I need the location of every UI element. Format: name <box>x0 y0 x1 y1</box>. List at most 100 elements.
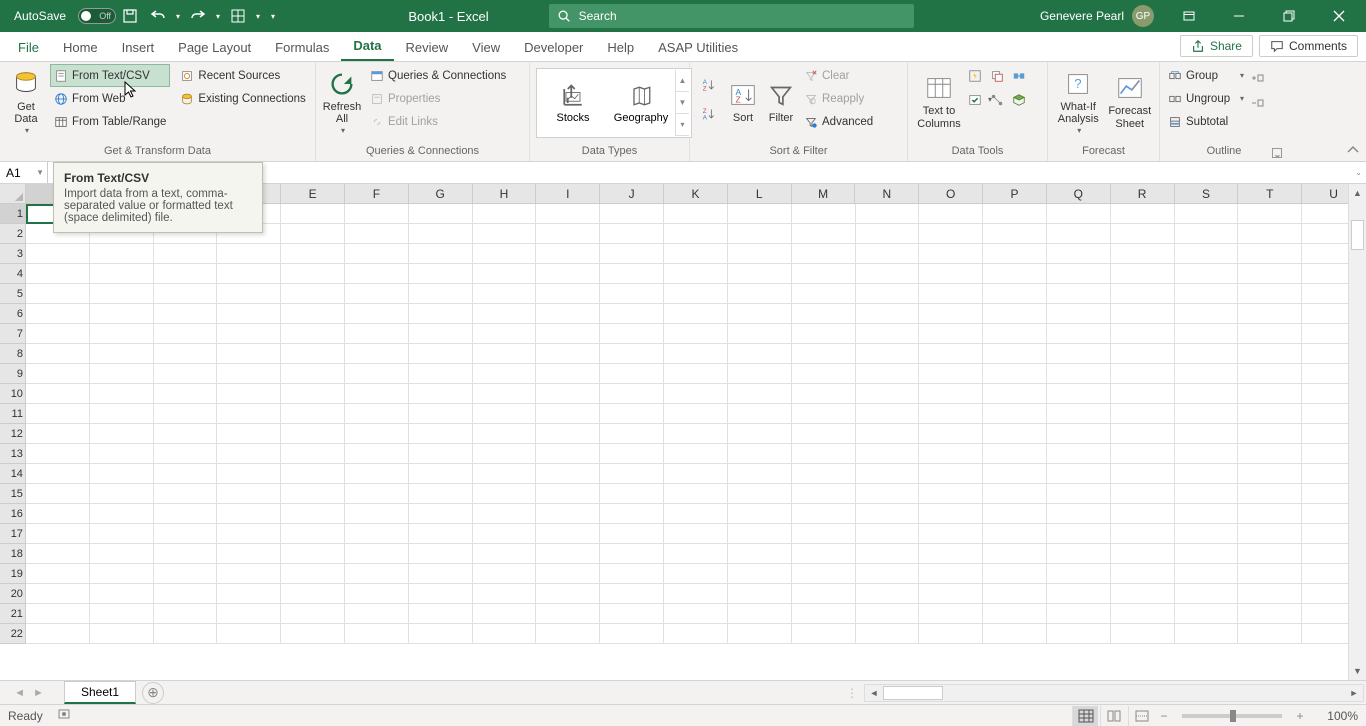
cell[interactable] <box>983 564 1047 584</box>
cell[interactable] <box>154 464 218 484</box>
cell[interactable] <box>728 404 792 424</box>
cell[interactable] <box>856 424 920 444</box>
cell[interactable] <box>473 264 537 284</box>
cell[interactable] <box>664 524 728 544</box>
cell[interactable] <box>919 304 983 324</box>
cell[interactable] <box>856 244 920 264</box>
cell[interactable] <box>154 384 218 404</box>
cell[interactable] <box>1111 324 1175 344</box>
cell[interactable] <box>1175 324 1239 344</box>
queries-connections-button[interactable]: Queries & Connections <box>366 64 510 87</box>
zoom-level[interactable]: 100% <box>1318 709 1358 723</box>
cell[interactable] <box>90 344 154 364</box>
cell[interactable] <box>217 264 281 284</box>
column-header[interactable]: O <box>919 184 983 204</box>
zoom-slider[interactable] <box>1182 714 1282 718</box>
cell[interactable] <box>1238 584 1302 604</box>
cell[interactable] <box>1238 604 1302 624</box>
column-header[interactable]: F <box>345 184 409 204</box>
cell[interactable] <box>919 364 983 384</box>
cell[interactable] <box>600 324 664 344</box>
cell[interactable] <box>1111 264 1175 284</box>
cell[interactable] <box>664 244 728 264</box>
cell[interactable] <box>409 624 473 644</box>
cell[interactable] <box>728 244 792 264</box>
cell[interactable] <box>983 484 1047 504</box>
cell[interactable] <box>536 244 600 264</box>
edit-links-button[interactable]: Edit Links <box>366 110 510 133</box>
cell[interactable] <box>281 544 345 564</box>
qat-customize[interactable]: ▾ <box>264 2 282 30</box>
collapse-ribbon-icon[interactable] <box>1346 143 1360 157</box>
cell[interactable] <box>1047 344 1111 364</box>
group-button[interactable]: Group▾ <box>1164 64 1248 87</box>
cell[interactable] <box>792 524 856 544</box>
cell[interactable] <box>281 504 345 524</box>
cell[interactable] <box>1175 484 1239 504</box>
redo-dropdown[interactable]: ▾ <box>212 2 224 30</box>
cell[interactable] <box>600 244 664 264</box>
from-text-csv-button[interactable]: From Text/CSV <box>50 64 170 87</box>
cell[interactable] <box>1175 224 1239 244</box>
cell[interactable] <box>281 464 345 484</box>
cell[interactable] <box>90 264 154 284</box>
cell[interactable] <box>983 204 1047 224</box>
cell[interactable] <box>1047 424 1111 444</box>
cell[interactable] <box>1238 244 1302 264</box>
stocks-data-type[interactable]: Stocks <box>539 82 607 124</box>
row-header[interactable]: 20 <box>0 584 26 604</box>
cell[interactable] <box>26 624 90 644</box>
cell[interactable] <box>600 624 664 644</box>
cell[interactable] <box>473 524 537 544</box>
tab-data[interactable]: Data <box>341 32 393 61</box>
autosave-toggle[interactable]: Off <box>78 8 116 24</box>
cell[interactable] <box>856 504 920 524</box>
user-name[interactable]: Genevere Pearl <box>1040 9 1124 23</box>
cell[interactable] <box>1175 244 1239 264</box>
row-header[interactable]: 11 <box>0 404 26 424</box>
cell[interactable] <box>919 264 983 284</box>
cell[interactable] <box>983 624 1047 644</box>
row-header[interactable]: 17 <box>0 524 26 544</box>
share-button[interactable]: Share <box>1180 35 1253 57</box>
cell[interactable] <box>792 484 856 504</box>
cell[interactable] <box>473 384 537 404</box>
cell[interactable] <box>1238 264 1302 284</box>
cell[interactable] <box>1111 364 1175 384</box>
cell[interactable] <box>728 424 792 444</box>
cell[interactable] <box>26 364 90 384</box>
hscroll-thumb[interactable] <box>883 686 943 700</box>
cell[interactable] <box>1238 484 1302 504</box>
cell[interactable] <box>26 264 90 284</box>
cell[interactable] <box>473 584 537 604</box>
cell[interactable] <box>345 604 409 624</box>
cell[interactable] <box>473 244 537 264</box>
cell[interactable] <box>1238 624 1302 644</box>
cell[interactable] <box>1111 484 1175 504</box>
cell[interactable] <box>26 464 90 484</box>
row-header[interactable]: 8 <box>0 344 26 364</box>
cell[interactable] <box>217 504 281 524</box>
cell[interactable] <box>919 584 983 604</box>
cell[interactable] <box>983 604 1047 624</box>
cell[interactable] <box>536 464 600 484</box>
cell[interactable] <box>919 504 983 524</box>
cell[interactable] <box>217 604 281 624</box>
cell[interactable] <box>345 324 409 344</box>
scroll-up-icon[interactable]: ▲ <box>1349 184 1366 202</box>
column-header[interactable]: J <box>600 184 664 204</box>
outline-dialog-launcher[interactable] <box>1272 148 1282 158</box>
from-table-range-button[interactable]: From Table/Range <box>50 110 170 133</box>
cell[interactable] <box>409 324 473 344</box>
cell[interactable] <box>856 404 920 424</box>
cell[interactable] <box>217 284 281 304</box>
close-icon[interactable] <box>1316 0 1362 32</box>
row-header[interactable]: 13 <box>0 444 26 464</box>
cell[interactable] <box>1047 604 1111 624</box>
select-all-corner[interactable] <box>0 184 26 204</box>
cell[interactable] <box>600 604 664 624</box>
cell[interactable] <box>1047 504 1111 524</box>
cell[interactable] <box>26 584 90 604</box>
cell[interactable] <box>473 624 537 644</box>
cell[interactable] <box>154 364 218 384</box>
